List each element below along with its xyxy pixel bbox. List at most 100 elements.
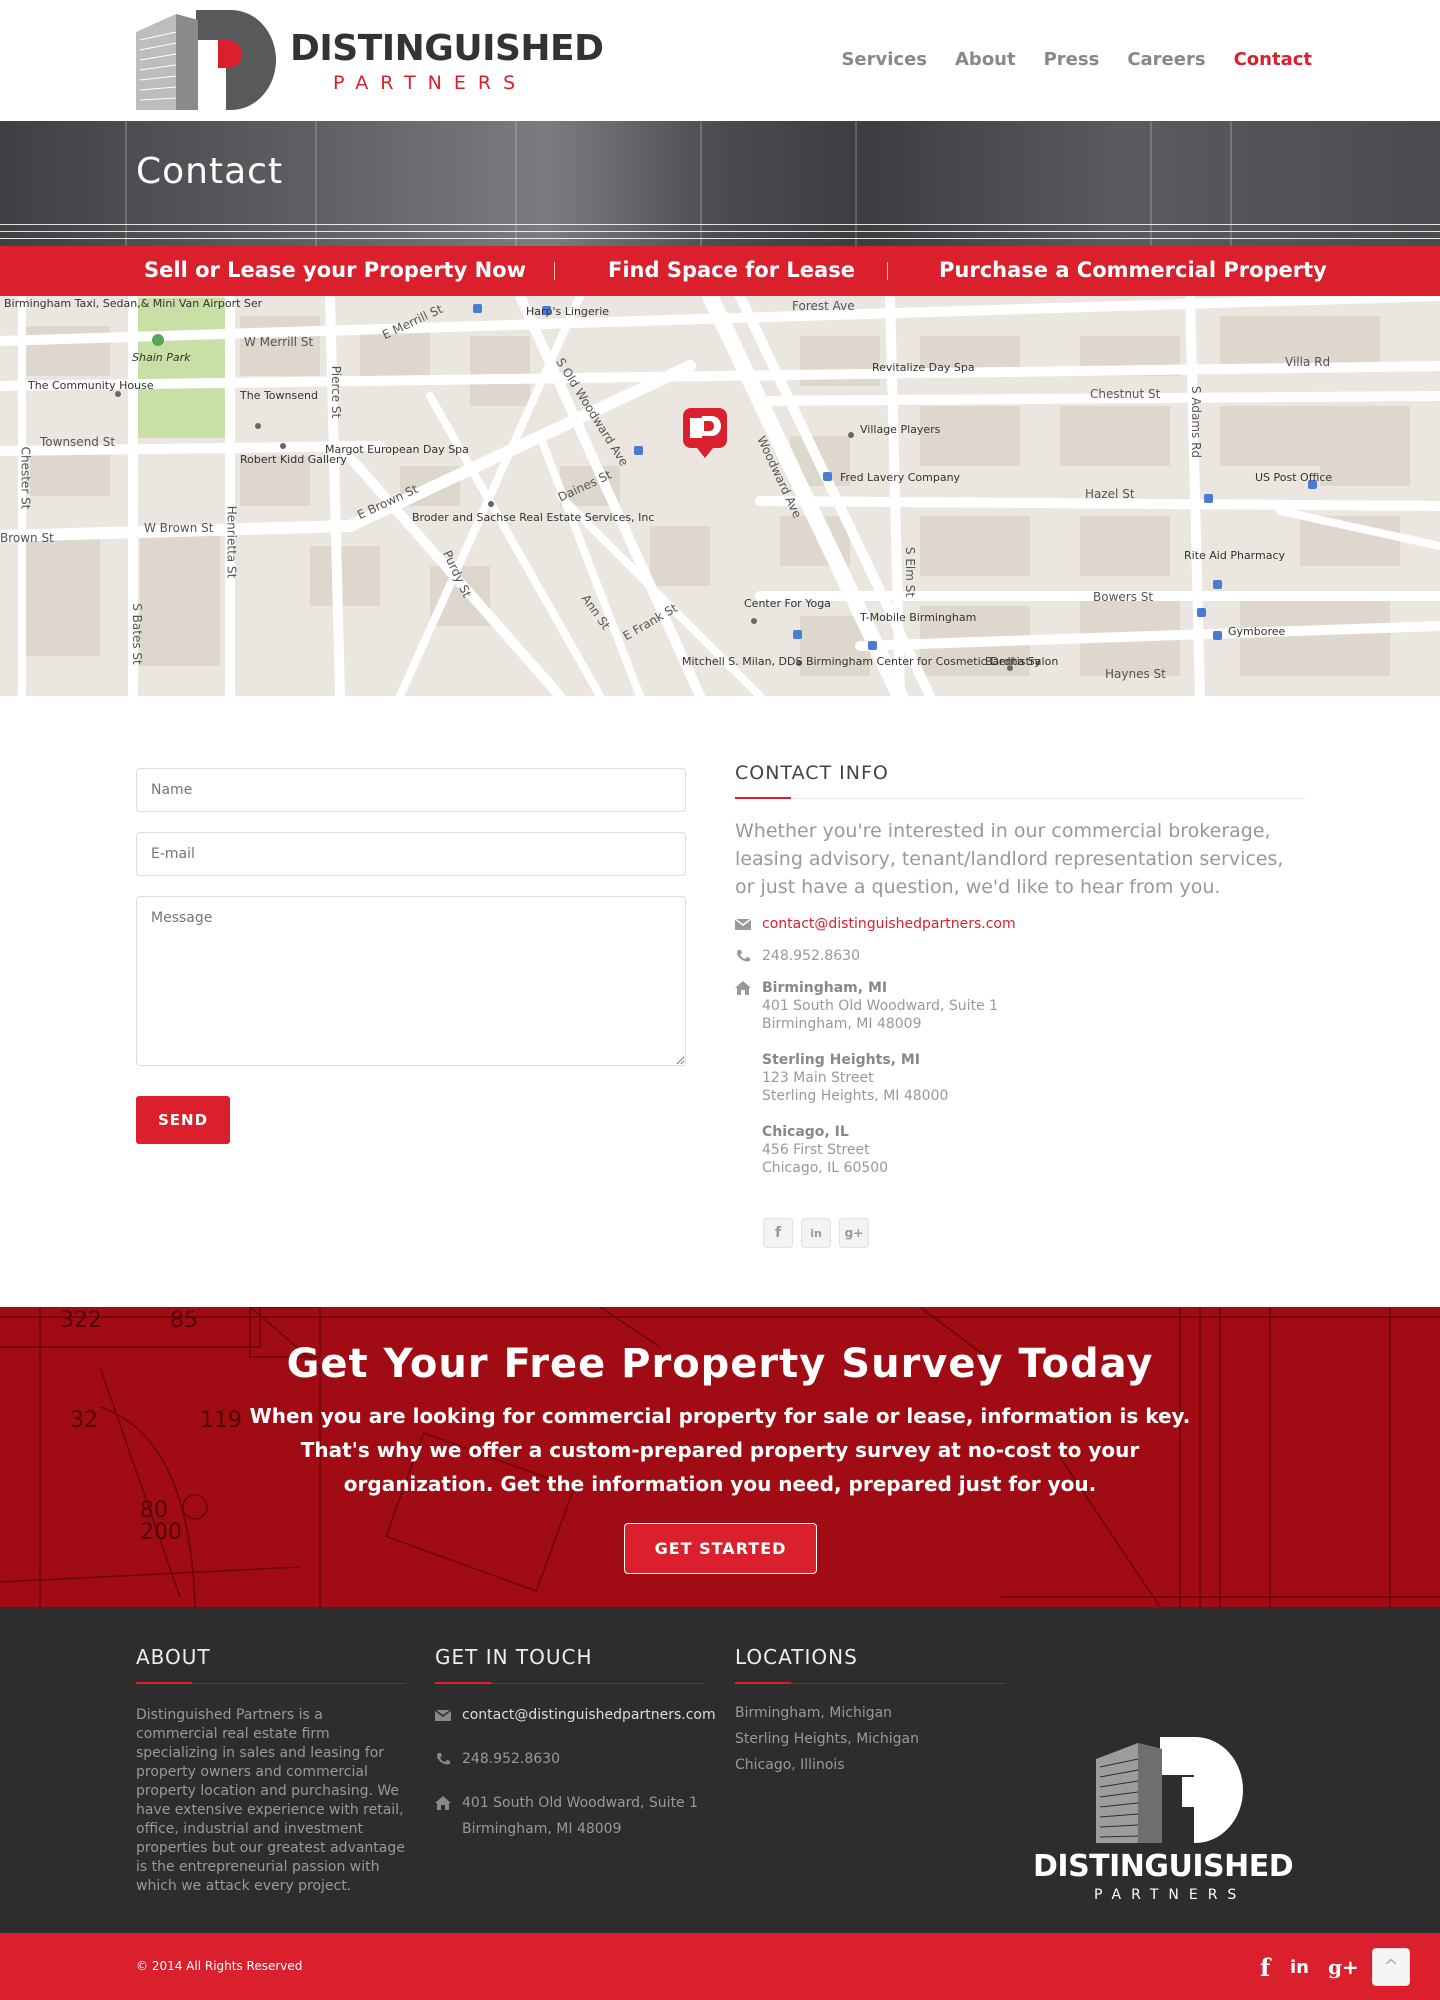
page-hero: Contact <box>0 121 1440 246</box>
footer-get-in-touch: GET IN TOUCH contact@distinguishedpartne… <box>435 1645 716 1842</box>
google-plus-icon[interactable]: g+ <box>839 1218 869 1248</box>
home-icon <box>735 981 751 995</box>
logo-name-line2: PARTNERS <box>333 72 528 94</box>
map-street-label: Chester St <box>18 446 33 510</box>
map-street-label: Hazel St <box>1085 487 1135 501</box>
map-street-label: Pierce St <box>329 365 344 419</box>
phone-icon <box>737 950 750 962</box>
cta-find-space-link[interactable]: Find Space for Lease <box>608 258 855 282</box>
svg-text:32: 32 <box>70 1408 98 1433</box>
map-street-label: Villa Rd <box>1285 355 1331 369</box>
contact-phone-row: 248.952.8630 <box>735 947 1305 965</box>
footer-about-title: ABOUT <box>136 1645 406 1684</box>
footer-locations: LOCATIONS Birmingham, Michigan Sterling … <box>735 1645 1005 1778</box>
footer-logo-name-line2: PARTNERS <box>1094 1887 1247 1903</box>
location-address-line1: 123 Main Street <box>762 1070 874 1086</box>
nav-item-about[interactable]: About <box>955 49 1016 72</box>
nav-item-contact[interactable]: Contact <box>1234 49 1312 72</box>
brand-logo[interactable]: DISTINGUISHED PARTNERS <box>136 10 606 110</box>
home-icon <box>435 1796 451 1810</box>
location-name: Chicago, IL <box>762 1124 849 1140</box>
map-street-label: S Elm St <box>903 546 918 598</box>
location-map[interactable]: Birmingham Taxi, Sedan,& Mini Van Airpor… <box>0 296 1440 696</box>
footer-email-link[interactable]: contact@distinguishedpartners.com <box>462 1707 716 1723</box>
map-street-label: S Adams Rd <box>1189 385 1204 459</box>
logo-name-line1: DISTINGUISHED <box>290 28 604 69</box>
location-name: Sterling Heights, MI <box>762 1052 920 1068</box>
location-birmingham: Birmingham, MI 401 South Old Woodward, S… <box>735 979 1305 1033</box>
cta-purchase-link[interactable]: Purchase a Commercial Property <box>939 258 1327 282</box>
hero-rail <box>0 224 1440 225</box>
svg-text:322: 322 <box>60 1308 102 1333</box>
map-street-label: Haynes St <box>1105 667 1166 681</box>
location-chicago: Chicago, IL 456 First Street Chicago, IL… <box>735 1123 1305 1177</box>
map-poi-label: Mitchell S. Milan, DDS Birmingham Center… <box>682 655 1041 668</box>
get-started-button[interactable]: GET STARTED <box>624 1523 817 1574</box>
footer-location-item: Chicago, Illinois <box>735 1757 845 1773</box>
back-to-top-button[interactable]: ^ <box>1372 1948 1410 1986</box>
location-address-line2: Chicago, IL 60500 <box>762 1160 889 1176</box>
footer-logo-name-line1: DISTINGUISHED <box>1033 1849 1294 1884</box>
linkedin-icon[interactable]: in <box>1290 1957 1309 1978</box>
nav-item-services[interactable]: Services <box>841 49 927 72</box>
envelope-icon <box>735 918 751 930</box>
map-poi-label: The Townsend <box>240 389 318 402</box>
map-poi-label: T-Mobile Birmingham <box>860 611 977 624</box>
hero-window-frame <box>700 121 702 246</box>
contact-social-links: f in g+ <box>763 1218 877 1248</box>
google-plus-icon[interactable]: g+ <box>1328 1955 1359 1979</box>
footer-about-text: Distinguished Partners is a commercial r… <box>136 1707 405 1894</box>
map-street-label: Henrietta St <box>224 505 239 579</box>
contact-form: SEND <box>136 768 686 1144</box>
copyright-text: © 2014 All Rights Reserved <box>136 1959 303 1973</box>
contact-phone: 248.952.8630 <box>762 948 860 964</box>
facebook-icon[interactable]: f <box>763 1218 793 1248</box>
map-street-label: Chestnut St <box>1090 387 1161 401</box>
hero-window-frame <box>125 121 127 246</box>
name-field[interactable] <box>136 768 686 812</box>
map-poi-label: Broder and Sachse Real Estate Services, … <box>412 512 654 524</box>
bottom-bar: © 2014 All Rights Reserved f in g+ ^ <box>0 1933 1440 2000</box>
contact-info: CONTACT INFO Whether you're interested i… <box>735 762 1305 1177</box>
svg-text:200: 200 <box>140 1520 182 1545</box>
map-street-label: S Bates St <box>129 603 144 665</box>
survey-title: Get Your Free Property Survey Today <box>286 1341 1154 1387</box>
footer-location-item: Birmingham, Michigan <box>735 1705 893 1721</box>
map-street-label: Forest Ave <box>792 299 855 313</box>
footer-address-line2: Birmingham, MI 48009 <box>462 1821 622 1837</box>
linkedin-icon[interactable]: in <box>801 1218 831 1248</box>
location-address-line1: 456 First Street <box>762 1142 870 1158</box>
map-poi-label: Gymboree <box>1228 625 1286 638</box>
nav-item-press[interactable]: Press <box>1044 49 1100 72</box>
email-field[interactable] <box>136 832 686 876</box>
contact-email-link[interactable]: contact@distinguishedpartners.com <box>762 916 1016 932</box>
map-poi-label: The Community House <box>28 379 154 392</box>
nav-item-careers[interactable]: Careers <box>1127 49 1205 72</box>
send-button[interactable]: SEND <box>136 1096 230 1144</box>
hero-rail <box>0 238 1440 239</box>
map-street-label: W Merrill St <box>244 335 314 349</box>
page-title: Contact <box>136 151 284 192</box>
footer-phone-row: 248.952.8630 <box>435 1746 705 1772</box>
map-poi-label: Village Players <box>860 423 941 436</box>
site-footer: ABOUT Distinguished Partners is a commer… <box>0 1607 1440 1933</box>
logo-building-icon <box>1096 1737 1243 1845</box>
map-poi-label: Shain Park <box>132 351 191 364</box>
message-field[interactable] <box>136 896 686 1066</box>
cta-sell-lease-link[interactable]: Sell or Lease your Property Now <box>144 258 526 282</box>
facebook-icon[interactable]: f <box>1260 1953 1270 1982</box>
map-poi-label: Birmingham Taxi, Sedan,& Mini Van Airpor… <box>4 297 262 310</box>
footer-touch-title: GET IN TOUCH <box>435 1645 705 1684</box>
contact-info-intro: Whether you're interested in our commerc… <box>735 820 1284 898</box>
map-poi-label: US Post Office <box>1255 471 1333 484</box>
map-poi-label: Rite Aid Pharmacy <box>1184 549 1286 562</box>
footer-phone: 248.952.8630 <box>462 1751 560 1767</box>
contact-email-row: contact@distinguishedpartners.com <box>735 915 1305 933</box>
cta-separator <box>554 262 555 280</box>
location-address-line2: Birmingham, MI 48009 <box>762 1016 922 1032</box>
map-street-label: Brown St <box>0 531 54 545</box>
map-street-label: W Brown St <box>144 521 214 535</box>
footer-logo: DISTINGUISHED PARTNERS <box>1030 1737 1310 1907</box>
hero-window-frame <box>855 121 857 246</box>
location-name: Birmingham, MI <box>762 980 888 996</box>
